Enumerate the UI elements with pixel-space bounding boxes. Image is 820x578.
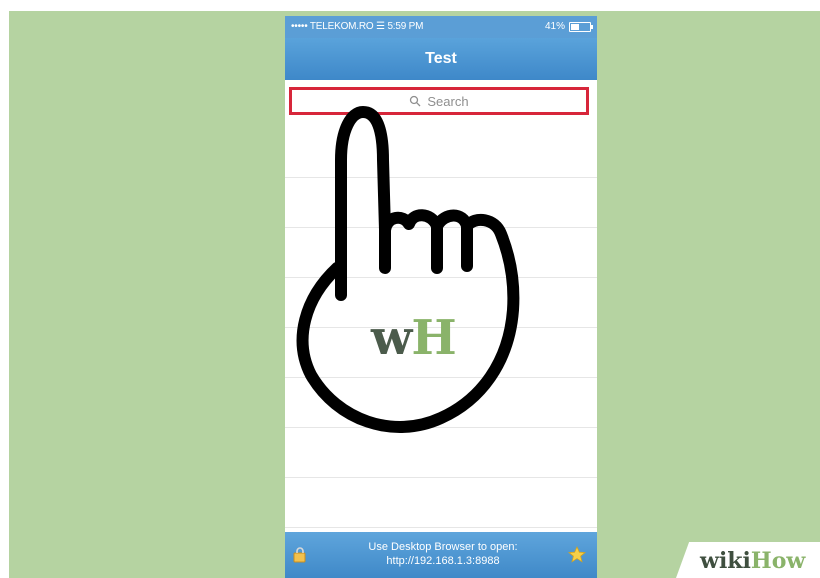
desktop-browser-message: Use Desktop Browser to open: http://192.… — [343, 540, 543, 568]
wikihow-logo-w: w — [371, 310, 412, 366]
wikihow-logo-h: H — [411, 310, 456, 366]
pointing-hand-icon — [295, 100, 530, 445]
status-right: 41% — [544, 21, 593, 32]
desktop-browser-line1: Use Desktop Browser to open: — [368, 541, 518, 553]
battery-icon — [569, 21, 593, 32]
battery-percent: 41% — [544, 21, 565, 32]
desktop-browser-url[interactable]: http://192.168.1.3:8988 — [343, 554, 543, 568]
watermark-how: How — [750, 548, 806, 574]
time-label: 5:59 PM — [387, 21, 424, 32]
status-left: ••••• TELEKOM.RO ☰ 5:59 PM — [291, 21, 423, 32]
wikihow-watermark: wikiHow — [700, 548, 805, 574]
lock-icon[interactable] — [291, 546, 309, 564]
carrier-label: ••••• TELEKOM.RO — [291, 21, 374, 32]
star-icon[interactable] — [567, 545, 587, 565]
bottom-toolbar: Use Desktop Browser to open: http://192.… — [285, 532, 597, 578]
wikihow-logo: wH — [371, 310, 457, 366]
navigation-bar: Test — [285, 38, 597, 80]
list-row — [285, 478, 597, 528]
status-bar: ••••• TELEKOM.RO ☰ 5:59 PM 41% — [285, 16, 597, 38]
wifi-icon: ☰ — [376, 21, 385, 32]
watermark-wiki: wiki — [700, 548, 751, 574]
page-title: Test — [425, 50, 457, 67]
